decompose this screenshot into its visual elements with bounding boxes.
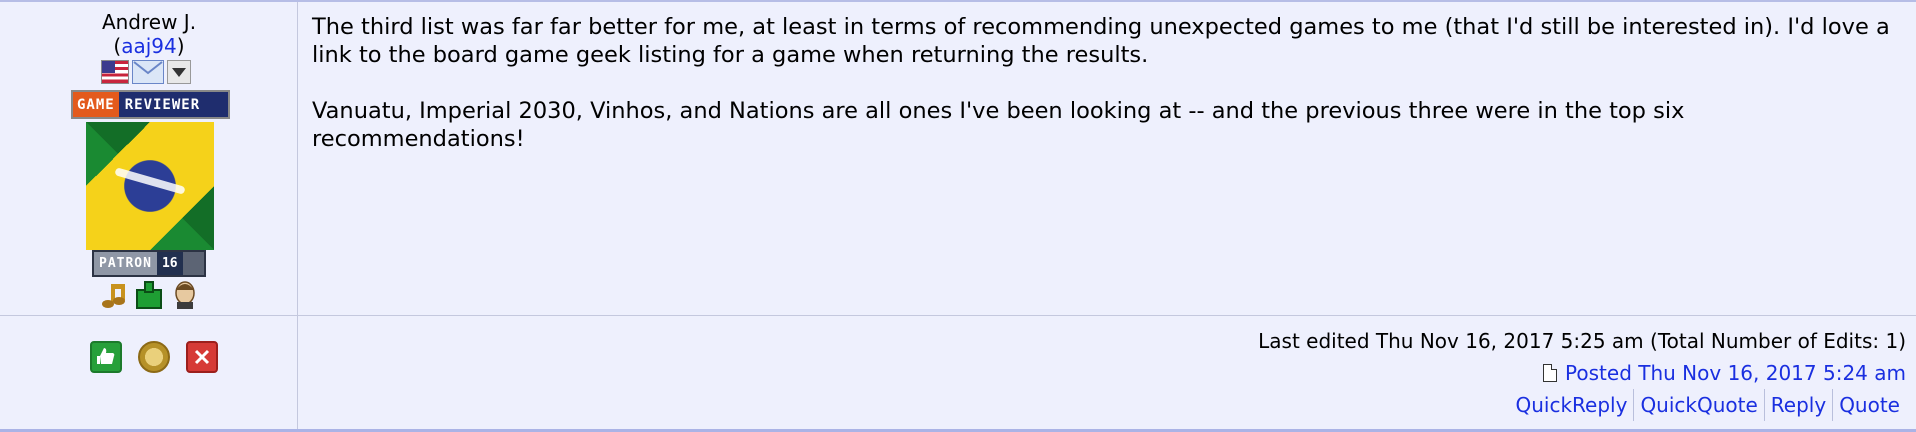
reply-link[interactable]: Reply xyxy=(1763,389,1832,421)
shakespeare-icon xyxy=(175,281,195,309)
us-flag-icon xyxy=(101,60,129,84)
post-action-links: QuickReply QuickQuote Reply Quote xyxy=(1258,389,1906,421)
thumbs-up-icon[interactable] xyxy=(90,341,122,373)
badge-game-label: GAME xyxy=(73,92,119,117)
meeple-trophy-icon xyxy=(136,281,162,309)
patron-badge: PATRON 16 xyxy=(92,250,206,277)
post-paragraph-1: The third list was far far better for me… xyxy=(312,14,1890,68)
posted-line: Posted Thu Nov 16, 2017 5:24 am xyxy=(1258,357,1906,389)
microbadges-row xyxy=(97,280,201,310)
patron-label: PATRON xyxy=(94,252,157,275)
geekgold-coin-icon[interactable] xyxy=(138,341,170,373)
handle-close-paren: ) xyxy=(176,34,185,58)
quick-reply-link[interactable]: QuickReply xyxy=(1509,389,1633,421)
user-display-name: Andrew J. xyxy=(101,10,197,34)
user-info-column: Andrew J. (aaj94) GAME REVIEWER PATRON 1… xyxy=(0,2,298,429)
quote-link[interactable]: Quote xyxy=(1832,389,1906,421)
posted-link[interactable]: Posted Thu Nov 16, 2017 5:24 am xyxy=(1565,357,1906,389)
post-body: The third list was far far better for me… xyxy=(312,13,1902,181)
post-paragraph-2: Vanuatu, Imperial 2030, Vinhos, and Nati… xyxy=(312,98,1685,152)
quick-quote-link[interactable]: QuickQuote xyxy=(1633,389,1763,421)
post-action-icons xyxy=(90,341,218,373)
last-edited-text: Last edited Thu Nov 16, 2017 5:25 am (To… xyxy=(1258,329,1906,353)
post-meta: Last edited Thu Nov 16, 2017 5:25 am (To… xyxy=(1258,325,1906,421)
user-handle: (aaj94) xyxy=(0,34,298,58)
dropdown-arrow-icon[interactable] xyxy=(167,60,191,84)
music-note-icon xyxy=(102,284,125,308)
forum-post: Andrew J. (aaj94) GAME REVIEWER PATRON 1… xyxy=(0,0,1916,432)
user-handle-link[interactable]: aaj94 xyxy=(121,34,177,58)
user-icons-row xyxy=(101,60,191,84)
badge-reviewer-label: REVIEWER xyxy=(124,96,201,113)
game-reviewer-badge: GAME REVIEWER xyxy=(71,90,230,119)
delete-icon[interactable] xyxy=(186,341,218,373)
footer-divider xyxy=(0,315,1916,316)
patron-years: 16 xyxy=(156,252,183,275)
user-avatar[interactable] xyxy=(86,122,214,250)
mail-icon[interactable] xyxy=(132,60,164,84)
document-icon xyxy=(1543,364,1558,382)
